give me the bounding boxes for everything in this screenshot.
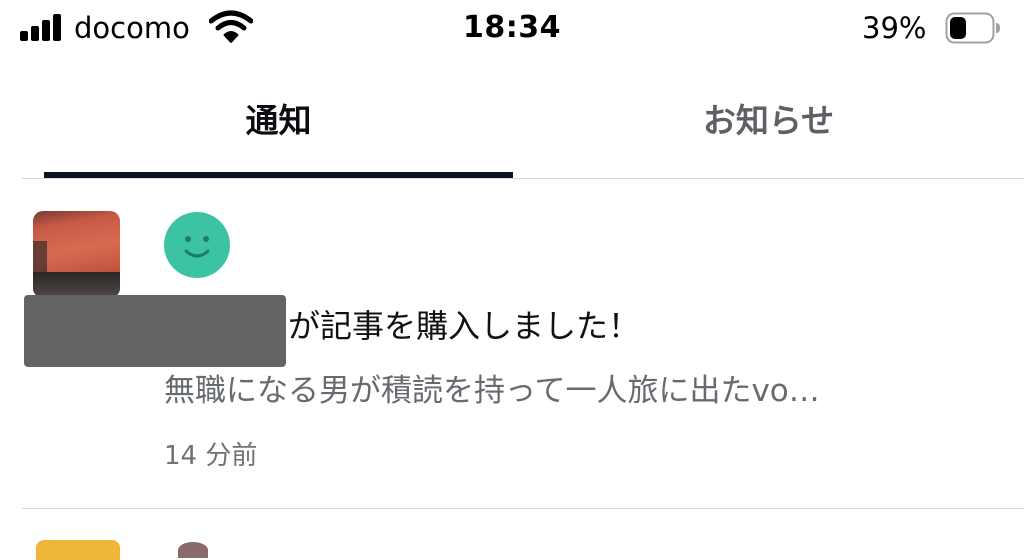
notification-action: が記事を購入しました！ <box>288 307 641 345</box>
tab-bar: 通知 お知らせ <box>0 62 1024 180</box>
tab-announcements[interactable]: お知らせ <box>513 62 1024 174</box>
tab-divider <box>22 178 1024 179</box>
next-item-thumbnail[interactable] <box>36 540 120 560</box>
tab-notifications[interactable]: 通知 <box>44 62 513 174</box>
battery-icon <box>945 12 1000 44</box>
article-thumbnail[interactable] <box>33 211 120 298</box>
item-divider <box>22 508 1024 509</box>
smiley-icon[interactable] <box>164 212 230 278</box>
battery-percent: 39% <box>862 11 927 45</box>
notification-time: 14 分前 <box>164 441 258 471</box>
notification-item[interactable]: が記事を購入しました！ 無職になる男が積読を持って一人旅に出たvo… 14 分前 <box>0 180 1024 508</box>
next-item-avatar[interactable] <box>178 542 208 558</box>
article-excerpt: 無職になる男が積読を持って一人旅に出たvo… <box>164 373 820 409</box>
redacted-username <box>24 295 286 367</box>
status-bar: docomo 18:34 39% <box>0 0 1024 62</box>
